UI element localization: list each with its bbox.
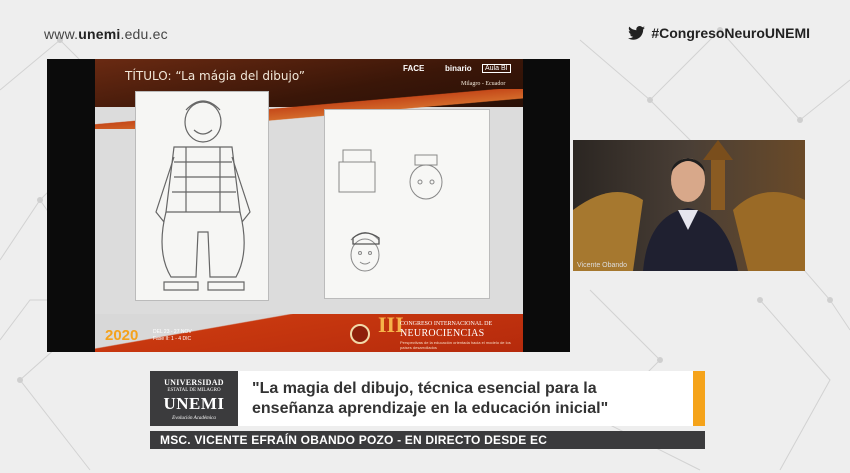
twitter-bird-icon [628, 26, 646, 40]
binario-logo: binario [445, 64, 472, 73]
unemi-logo: UNIVERSIDAD ESTATAL DE MILAGRO UNEMI Evo… [150, 371, 238, 426]
congress-line1: CONGRESO INTERNACIONAL DE [400, 321, 493, 327]
unemi-logo-line1: UNIVERSIDAD [164, 378, 224, 387]
talk-title-line2: enseñanza aprendizaje en la educación in… [252, 400, 609, 417]
presenter-webcam: Vicente Obando [573, 140, 805, 271]
slide-title: TÍTULO: “La mágia del dibujo” [125, 69, 305, 83]
unemi-logo-line4: Evolución Académica [172, 416, 216, 421]
face-logo: FACE [403, 64, 425, 73]
site-url: www.unemi.edu.ec [44, 26, 168, 42]
faces-sketch-drawing [338, 149, 443, 272]
slide-city: Milagro - Ecuador [461, 81, 506, 87]
slide-dates-line2: Fase II: 1 - 4 DIC [153, 336, 192, 342]
banner-accent-bar [693, 371, 705, 426]
slide-dates: DEL 23 - 27 NOV Fase II: 1 - 4 DIC [153, 329, 192, 343]
talk-title-line1: "La magia del dibujo, técnica esencial p… [252, 380, 597, 397]
faces-sketch-image [324, 109, 490, 299]
presenter-name-bar: MSC. VICENTE EFRAÍN OBANDO POZO - EN DIR… [150, 431, 705, 449]
talk-title-banner: "La magia del dibujo, técnica esencial p… [238, 371, 693, 426]
clown-sketch-drawing [155, 100, 251, 291]
presentation-slide: TÍTULO: “La mágia del dibujo” FACE binar… [47, 59, 570, 352]
slide-dates-line1: DEL 23 - 27 NOV [153, 329, 192, 335]
webcam-participant-name: Vicente Obando [577, 262, 628, 269]
aula-bi-logo: Aula BI [482, 64, 511, 73]
university-seal-icon [350, 324, 370, 344]
hashtag-text: #CongresoNeuroUNEMI [651, 25, 810, 41]
slide-canvas: TÍTULO: “La mágia del dibujo” FACE binar… [95, 59, 523, 352]
unemi-logo-line2: ESTATAL DE MILAGRO [167, 388, 221, 393]
congress-line3: Perspectivas de la educación orientada h… [400, 340, 511, 350]
slide-year: 2020 [105, 327, 139, 344]
congress-line2: NEUROCIENCIAS [400, 328, 485, 339]
webcam-feed [573, 140, 805, 271]
unemi-logo-line3: UNEMI [163, 394, 225, 413]
hashtag-label: #CongresoNeuroUNEMI [628, 25, 810, 41]
clown-sketch-image [135, 91, 269, 301]
